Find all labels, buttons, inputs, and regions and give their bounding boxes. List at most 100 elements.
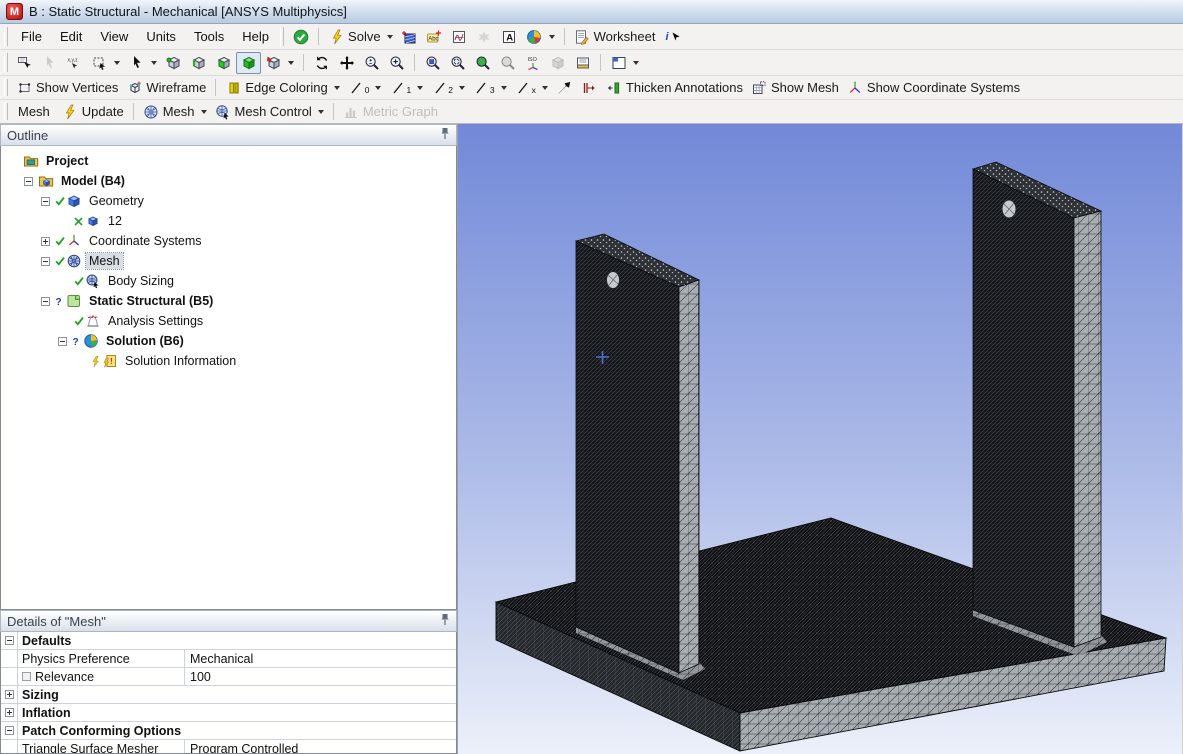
previous-view-button[interactable] bbox=[470, 52, 495, 74]
details-row-physics-preference[interactable]: Physics PreferenceMechanical bbox=[1, 650, 456, 668]
collapse-icon[interactable] bbox=[41, 197, 50, 206]
details-property-value[interactable]: 100 bbox=[185, 668, 456, 685]
edge-direction-2-button[interactable]: 2 bbox=[427, 78, 469, 98]
expand-icon[interactable] bbox=[5, 690, 14, 699]
body-select-button[interactable] bbox=[236, 52, 261, 74]
tree-item-project[interactable]: Project bbox=[1, 151, 456, 171]
annotation-button[interactable]: A bbox=[497, 26, 522, 48]
coordinate-pick-button[interactable]: x,y,z bbox=[62, 52, 87, 74]
validate-button[interactable] bbox=[288, 26, 313, 48]
face-select-button[interactable] bbox=[211, 52, 236, 74]
direction-button[interactable] bbox=[552, 78, 577, 98]
chevron-down-icon[interactable] bbox=[542, 86, 548, 90]
zoom-button[interactable] bbox=[359, 52, 384, 74]
menu-file[interactable]: File bbox=[12, 26, 51, 47]
details-category-defaults[interactable]: Defaults bbox=[1, 632, 456, 650]
edge-select-button[interactable] bbox=[186, 52, 211, 74]
chevron-down-icon[interactable] bbox=[318, 110, 324, 114]
chevron-down-icon[interactable] bbox=[114, 61, 120, 65]
details-category-patch-conforming-options[interactable]: Patch Conforming Options bbox=[1, 722, 456, 740]
tree-item-coordinate-systems[interactable]: Coordinate Systems bbox=[1, 231, 456, 251]
manage-views-button[interactable] bbox=[570, 52, 595, 74]
worksheet-button[interactable]: Worksheet bbox=[570, 26, 660, 48]
tree-item-solution-b6[interactable]: ?Solution (B6) bbox=[1, 331, 456, 351]
collapse-icon[interactable] bbox=[58, 337, 67, 346]
show-coordinate-systems-button[interactable]: Show Coordinate Systems bbox=[843, 78, 1024, 98]
chevron-down-icon[interactable] bbox=[459, 86, 465, 90]
left-plate-front-face[interactable] bbox=[576, 241, 679, 673]
vertex-select-button[interactable] bbox=[161, 52, 186, 74]
tree-item-mesh[interactable]: Mesh bbox=[1, 251, 456, 271]
toolbar-grip[interactable] bbox=[280, 27, 284, 46]
pin-icon[interactable] bbox=[440, 127, 450, 143]
new-chart-button[interactable] bbox=[447, 26, 472, 48]
rotate-button[interactable] bbox=[309, 52, 334, 74]
label-button[interactable] bbox=[12, 52, 37, 74]
details-category-sizing[interactable]: Sizing bbox=[1, 686, 456, 704]
collapse-icon[interactable] bbox=[41, 297, 50, 306]
metric-graph-button[interactable]: Metric Graph bbox=[339, 102, 442, 122]
menu-edit[interactable]: Edit bbox=[51, 26, 91, 47]
extend-selection-button[interactable] bbox=[261, 52, 298, 74]
details-row-relevance[interactable]: Relevance100 bbox=[1, 668, 456, 686]
new-figure-button[interactable] bbox=[397, 26, 422, 48]
edge-direction-1-button[interactable]: 1 bbox=[385, 78, 427, 98]
viewport[interactable] bbox=[458, 124, 1183, 754]
update-button[interactable]: Update bbox=[58, 102, 128, 122]
box-zoom-button[interactable] bbox=[445, 52, 470, 74]
details-property-value[interactable]: Mechanical bbox=[185, 650, 456, 667]
pin-icon[interactable] bbox=[440, 613, 450, 629]
toolbar-grip[interactable] bbox=[4, 53, 8, 72]
menu-view[interactable]: View bbox=[91, 26, 137, 47]
right-plate-front-face[interactable] bbox=[973, 169, 1074, 647]
wireframe-button[interactable]: Wireframe bbox=[122, 78, 210, 98]
details-category-inflation[interactable]: Inflation bbox=[1, 704, 456, 722]
selection-information-button[interactable]: i bbox=[659, 26, 684, 48]
toolbar-grip[interactable] bbox=[4, 79, 8, 96]
menu-tools[interactable]: Tools bbox=[185, 26, 233, 47]
toolbar-grip[interactable] bbox=[4, 27, 8, 46]
thicken-annotations-button[interactable]: Thicken Annotations bbox=[602, 78, 747, 98]
pan-button[interactable] bbox=[334, 52, 359, 74]
expand-icon[interactable] bbox=[5, 708, 14, 717]
tree-item-static-structural-b5[interactable]: ?Static Structural (B5) bbox=[1, 291, 456, 311]
edge-direction-x-button[interactable]: x bbox=[511, 78, 552, 98]
chevron-down-icon[interactable] bbox=[387, 35, 393, 39]
next-view-button[interactable] bbox=[495, 52, 520, 74]
toolbar-grip[interactable] bbox=[4, 103, 8, 120]
select-type-button[interactable] bbox=[124, 52, 161, 74]
expand-icon[interactable] bbox=[41, 237, 50, 246]
collapse-icon[interactable] bbox=[5, 726, 14, 735]
tree-item-12[interactable]: 12 bbox=[1, 211, 456, 231]
title-bar[interactable]: M B : Static Structural - Mechanical [AN… bbox=[0, 0, 1183, 24]
result-display-button[interactable] bbox=[522, 26, 559, 48]
edge-coloring-button[interactable]: Edge Coloring bbox=[221, 78, 343, 98]
details-row-triangle-surface-mesher[interactable]: Triangle Surface MesherProgram Controlle… bbox=[1, 740, 456, 754]
thin-annotations-button[interactable] bbox=[577, 78, 602, 98]
right-plate-side-face[interactable] bbox=[1074, 211, 1101, 647]
tree-item-analysis-settings[interactable]: Analysis Settings bbox=[1, 311, 456, 331]
show-vertices-button[interactable]: Show Vertices bbox=[12, 78, 122, 98]
viewport-canvas[interactable] bbox=[458, 124, 1182, 754]
pointer-mode-button[interactable] bbox=[37, 52, 62, 74]
select-mode-button[interactable] bbox=[87, 52, 124, 74]
tree-item-model-b4[interactable]: Model (B4) bbox=[1, 171, 456, 191]
collapse-icon[interactable] bbox=[41, 257, 50, 266]
chevron-down-icon[interactable] bbox=[334, 86, 340, 90]
viewports-button[interactable] bbox=[606, 52, 643, 74]
named-selection-button[interactable]: Abc bbox=[422, 26, 447, 48]
isometric-view-button[interactable]: ISO bbox=[520, 52, 545, 74]
chevron-down-icon[interactable] bbox=[288, 61, 294, 65]
show-mesh-button[interactable]: Show Mesh bbox=[747, 78, 843, 98]
chevron-down-icon[interactable] bbox=[501, 86, 507, 90]
tree-item-solution-information[interactable]: !Solution Information bbox=[1, 351, 456, 371]
tree-item-body-sizing[interactable]: Body Sizing bbox=[1, 271, 456, 291]
mesh-menu-button[interactable]: Mesh bbox=[139, 102, 211, 122]
mesh-control-button[interactable]: Mesh Control bbox=[211, 102, 328, 122]
details-property-value[interactable]: Program Controlled bbox=[185, 740, 456, 754]
solve-button[interactable]: Solve bbox=[324, 26, 397, 48]
checkbox[interactable] bbox=[22, 672, 31, 681]
zoom-in-button[interactable] bbox=[384, 52, 409, 74]
chevron-down-icon[interactable] bbox=[417, 86, 423, 90]
probe-button[interactable] bbox=[472, 26, 497, 48]
